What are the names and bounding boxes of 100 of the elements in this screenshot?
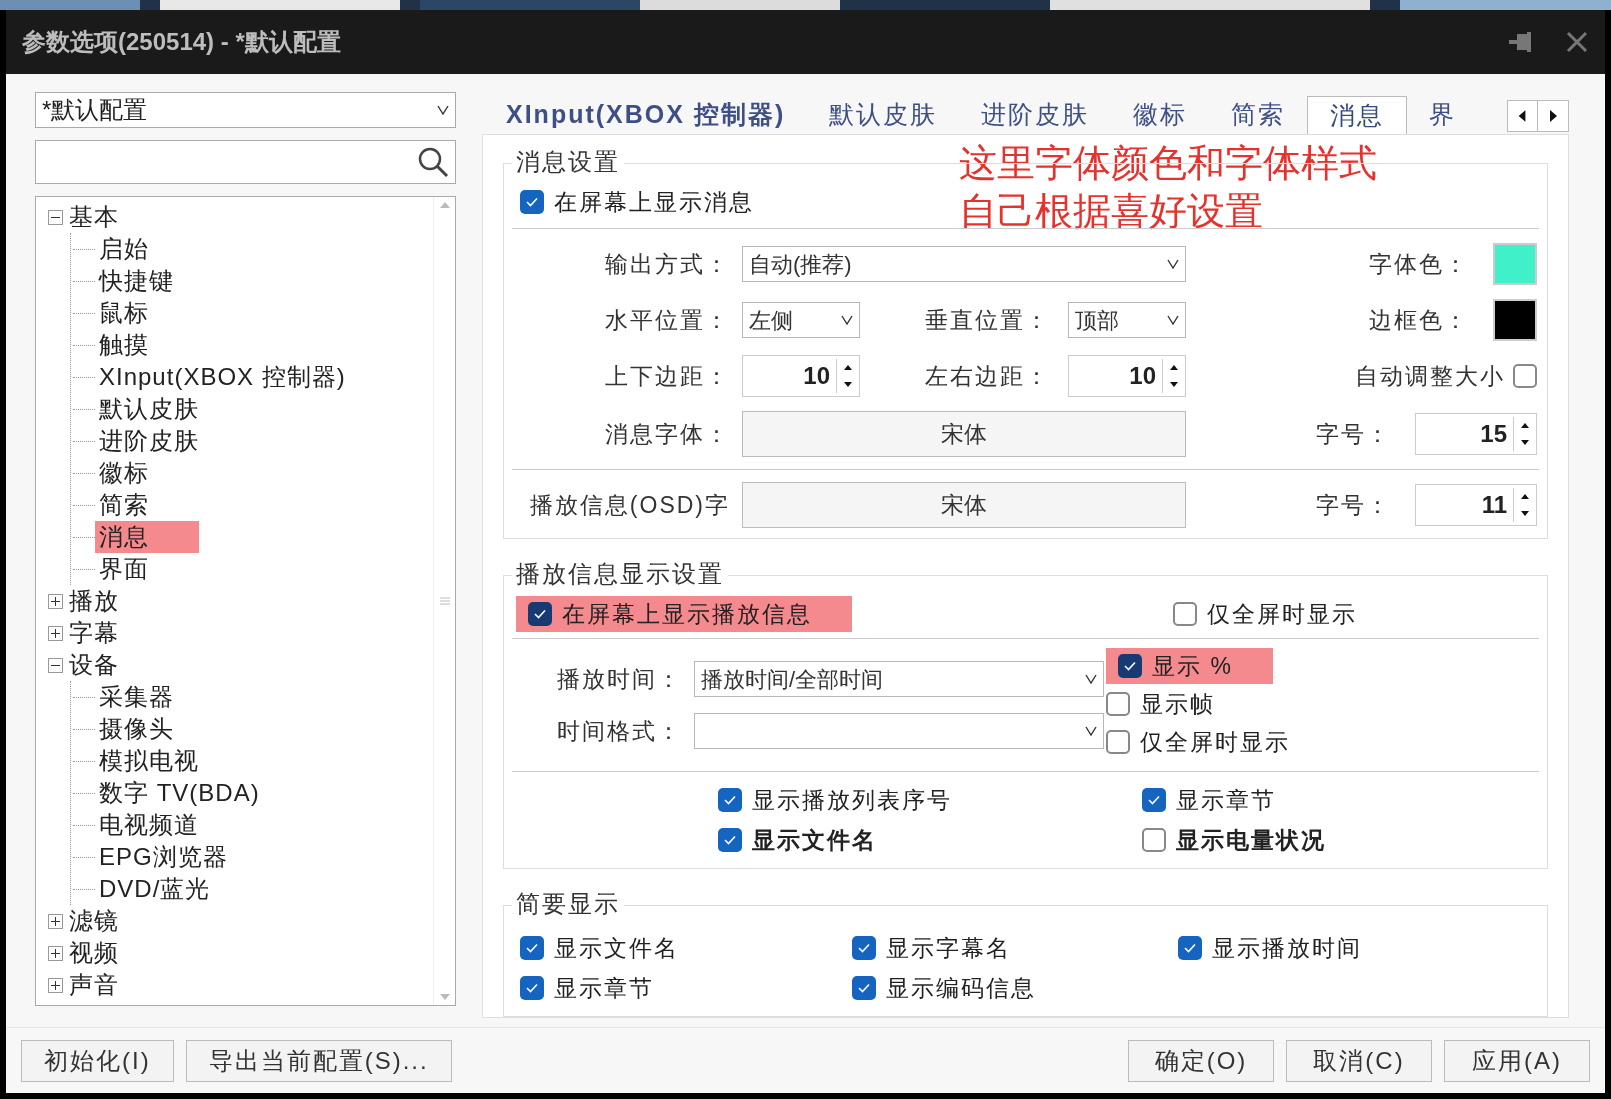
checkbox[interactable] (1142, 788, 1166, 812)
dialog-button[interactable]: 取消(C) (1286, 1039, 1432, 1082)
field-label: 字体色： (1369, 249, 1470, 279)
checkbox-label: 显示编码信息 (886, 973, 1036, 1003)
checkbox-label: 自动调整大小 (1355, 361, 1505, 391)
tab[interactable]: 简索 (1209, 96, 1308, 134)
tree-item[interactable]: 声音 (69, 969, 119, 1001)
color-swatch[interactable] (1493, 299, 1537, 341)
field-label: 输出方式： (604, 249, 731, 279)
checkbox-label: 显示字幕名 (886, 933, 1011, 963)
collapse-icon[interactable] (48, 209, 63, 225)
checkbox[interactable] (520, 936, 544, 960)
checkbox-label: 显示文件名 (752, 825, 877, 855)
tab[interactable]: 界 (1407, 96, 1479, 134)
checkbox[interactable] (520, 190, 544, 214)
checkbox[interactable] (1118, 654, 1142, 678)
tree-item[interactable]: DVD/蓝光 (99, 873, 211, 905)
tab[interactable]: 默认皮肤 (807, 96, 960, 134)
dropdown[interactable]: 播放时间/全部时间 (694, 661, 1104, 697)
tree-item[interactable]: 设备 (69, 649, 119, 681)
checkbox[interactable] (1178, 936, 1202, 960)
checkbox[interactable] (852, 976, 876, 1000)
checkbox[interactable] (520, 976, 544, 1000)
tree-item[interactable]: 徽标 (99, 457, 149, 489)
checkbox-label: 显示播放列表序号 (752, 785, 952, 815)
tree-item[interactable]: 简索 (99, 489, 149, 521)
checkbox[interactable] (1106, 730, 1130, 754)
tree-item[interactable]: 视频 (69, 937, 119, 969)
tree-item[interactable]: EPG浏览器 (99, 841, 228, 873)
expand-icon[interactable] (48, 593, 63, 609)
dialog-button[interactable]: 初始化(I) (21, 1039, 174, 1082)
tree-item[interactable]: 采集器 (99, 681, 174, 713)
font-button[interactable]: 宋体 (742, 482, 1186, 528)
checkbox[interactable] (1513, 364, 1537, 388)
search-field[interactable] (35, 140, 456, 184)
expand-icon[interactable] (48, 977, 63, 993)
dropdown[interactable]: 自动(推荐) (742, 246, 1186, 282)
dialog-button[interactable]: 导出当前配置(S)... (185, 1039, 452, 1082)
dialog-button[interactable]: 确定(O) (1128, 1039, 1274, 1082)
spin-field[interactable]: 10 (742, 355, 860, 397)
dropdown[interactable]: 顶部 (1068, 302, 1186, 338)
checkbox-label: 仅全屏时显示 (1140, 727, 1290, 757)
field-label: 字号： (1316, 419, 1392, 449)
tree-item[interactable]: 默认皮肤 (99, 393, 199, 425)
tree-item[interactable]: 启始 (99, 233, 149, 265)
tree-item[interactable]: 模拟电视 (99, 745, 199, 777)
checkmark-icon (525, 942, 539, 954)
grip-icon[interactable] (438, 597, 451, 605)
spin-field[interactable]: 11 (1415, 484, 1537, 526)
checkbox[interactable] (718, 828, 742, 852)
close-icon[interactable] (1565, 30, 1589, 54)
tab[interactable]: 进阶皮肤 (959, 96, 1112, 134)
caret-icon (1085, 674, 1097, 684)
checkmark-icon (857, 942, 871, 954)
tree-item[interactable]: 鼠标 (99, 297, 149, 329)
checkmark-icon (723, 794, 737, 806)
tab[interactable]: 消息 (1307, 96, 1408, 134)
color-swatch[interactable] (1493, 243, 1537, 285)
dropdown[interactable]: 左侧 (742, 302, 860, 338)
checkmark-icon (533, 608, 547, 620)
checkbox[interactable] (1142, 828, 1166, 852)
checkbox[interactable] (852, 936, 876, 960)
tree-item[interactable]: 触摸 (99, 329, 149, 361)
tree-item[interactable]: 摄像头 (99, 713, 174, 745)
tree-item[interactable]: 进阶皮肤 (99, 425, 199, 457)
tree-item[interactable]: 数字 TV(BDA) (99, 777, 260, 809)
tab[interactable]: 徽标 (1111, 96, 1210, 134)
tree-item[interactable]: 播放 (69, 585, 119, 617)
spin-field[interactable]: 10 (1068, 355, 1186, 397)
checkmark-icon (1183, 942, 1197, 954)
expand-icon[interactable] (48, 625, 63, 641)
tree-item[interactable]: 滤镜 (69, 905, 119, 937)
checkbox[interactable] (1106, 692, 1130, 716)
checkmark-icon (1123, 660, 1137, 672)
caret-icon (841, 315, 853, 325)
tree-item[interactable]: 消息 (95, 521, 199, 553)
profile-dropdown[interactable]: *默认配置 (35, 92, 456, 128)
tree-item[interactable]: 字幕 (69, 617, 119, 649)
field-label: 上下边距： (604, 361, 731, 391)
checkbox-label: 显示帧 (1140, 689, 1215, 719)
checkmark-icon (525, 982, 539, 994)
tree-item[interactable]: 快捷键 (99, 265, 174, 297)
expand-icon[interactable] (48, 945, 63, 961)
spin-field[interactable]: 15 (1415, 413, 1537, 455)
checkbox-label: 在屏幕上显示播放信息 (562, 599, 812, 629)
checkbox-label: 显示播放时间 (1212, 933, 1362, 963)
expand-icon[interactable] (48, 913, 63, 929)
font-button[interactable]: 宋体 (742, 411, 1186, 457)
collapse-icon[interactable] (48, 657, 63, 673)
checkbox[interactable] (1173, 602, 1197, 626)
field-label: 垂直位置： (924, 305, 1051, 335)
checkbox[interactable] (718, 788, 742, 812)
checkbox[interactable] (528, 602, 552, 626)
tab[interactable]: XInput(XBOX 控制器) (506, 96, 808, 134)
tree-item[interactable]: XInput(XBOX 控制器) (99, 361, 346, 393)
dialog-button[interactable]: 应用(A) (1444, 1039, 1590, 1082)
tree-item[interactable]: 界面 (99, 553, 149, 585)
search-icon[interactable] (417, 146, 449, 178)
tree-item[interactable]: 电视频道 (99, 809, 199, 841)
tree-item[interactable]: 基本 (69, 201, 119, 233)
